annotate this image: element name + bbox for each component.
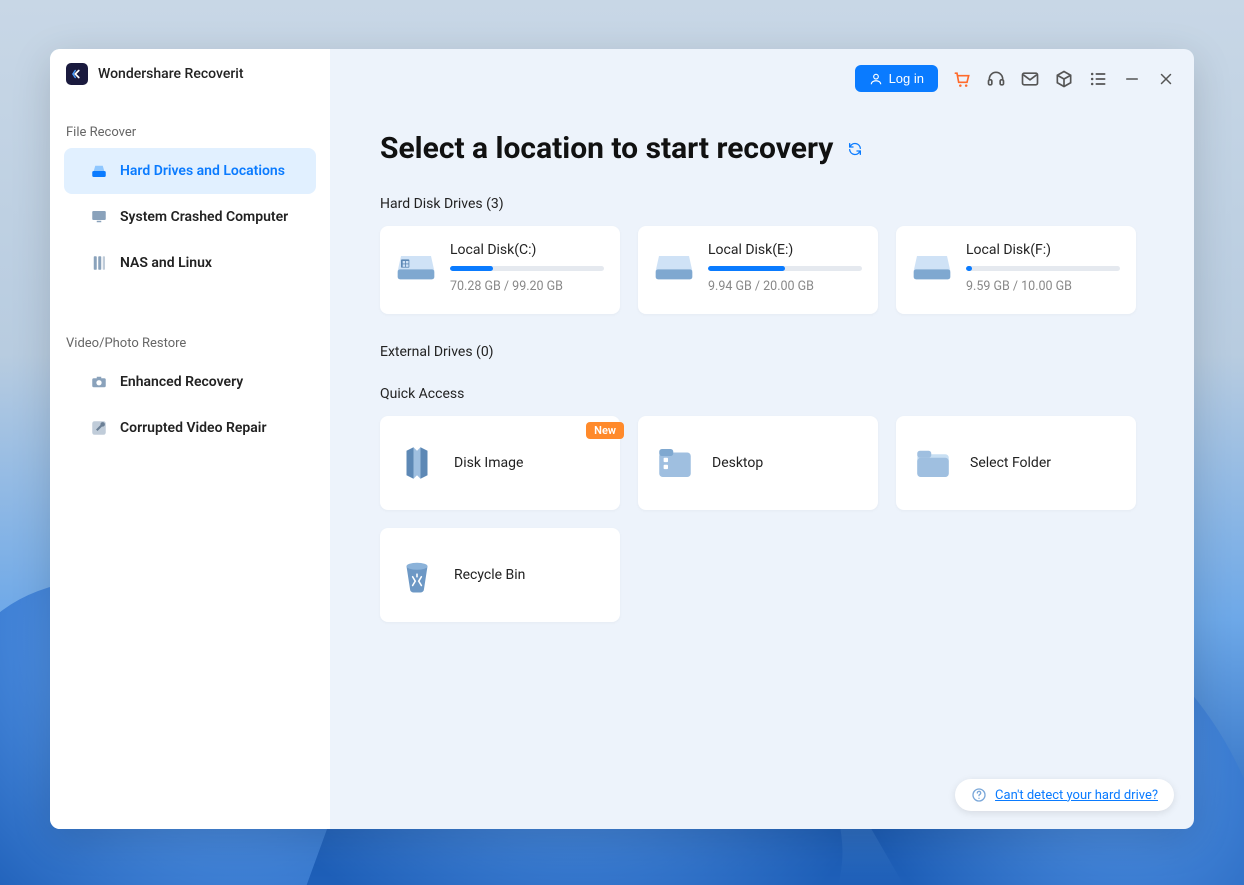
drive-card-f[interactable]: Local Disk(F:) 9.59 GB / 10.00 GB bbox=[896, 226, 1136, 314]
minimize-icon[interactable] bbox=[1122, 69, 1142, 89]
app-title: Wondershare Recoverit bbox=[98, 66, 244, 82]
sidebar-item-video-repair[interactable]: Corrupted Video Repair bbox=[64, 405, 316, 451]
refresh-icon[interactable] bbox=[847, 141, 863, 157]
quick-access-disk-image[interactable]: New Disk Image bbox=[380, 416, 620, 510]
sidebar-item-hard-drives[interactable]: Hard Drives and Locations bbox=[64, 148, 316, 194]
recycle-bin-icon bbox=[396, 554, 438, 596]
external-section-label: External Drives (0) bbox=[380, 344, 1144, 360]
drive-name: Local Disk(C:) bbox=[450, 242, 604, 258]
login-label: Log in bbox=[889, 71, 924, 86]
app-logo-row: Wondershare Recoverit bbox=[50, 63, 330, 115]
camera-icon bbox=[90, 373, 108, 391]
disk-image-icon bbox=[396, 442, 438, 484]
drive-size: 9.94 GB / 20.00 GB bbox=[708, 279, 862, 294]
sidebar-item-label: Enhanced Recovery bbox=[120, 374, 243, 390]
app-logo-icon bbox=[66, 63, 88, 85]
hdd-section-label: Hard Disk Drives (3) bbox=[380, 196, 1144, 212]
drive-icon bbox=[654, 250, 694, 282]
hard-drive-icon bbox=[90, 162, 108, 180]
app-window: Wondershare Recoverit File Recover Hard … bbox=[50, 49, 1194, 829]
sidebar: Wondershare Recoverit File Recover Hard … bbox=[50, 49, 330, 829]
user-icon bbox=[869, 72, 883, 86]
folder-icon bbox=[912, 442, 954, 484]
cart-icon[interactable] bbox=[952, 69, 972, 89]
sidebar-item-label: System Crashed Computer bbox=[120, 209, 288, 225]
drive-icon bbox=[396, 250, 436, 282]
hdd-card-row: Local Disk(C:) 70.28 GB / 99.20 GB Local… bbox=[380, 226, 1144, 314]
quick-access-label: Recycle Bin bbox=[454, 567, 525, 583]
monitor-icon bbox=[90, 208, 108, 226]
close-icon[interactable] bbox=[1156, 69, 1176, 89]
help-icon bbox=[971, 787, 987, 803]
help-link-text[interactable]: Can't detect your hard drive? bbox=[995, 788, 1158, 803]
quick-access-label: Desktop bbox=[712, 455, 763, 471]
drive-icon bbox=[912, 250, 952, 282]
page-title: Select a location to start recovery bbox=[380, 131, 833, 166]
quick-access-label: Select Folder bbox=[970, 455, 1051, 471]
quick-access-recycle-bin[interactable]: Recycle Bin bbox=[380, 528, 620, 622]
drive-card-c[interactable]: Local Disk(C:) 70.28 GB / 99.20 GB bbox=[380, 226, 620, 314]
headset-icon[interactable] bbox=[986, 69, 1006, 89]
drive-usage-bar bbox=[708, 266, 862, 271]
quick-access-desktop[interactable]: Desktop bbox=[638, 416, 878, 510]
quick-access-grid: New Disk Image Desktop Select Folder bbox=[380, 416, 1144, 622]
sidebar-item-nas-linux[interactable]: NAS and Linux bbox=[64, 240, 316, 286]
wrench-icon bbox=[90, 419, 108, 437]
drive-size: 9.59 GB / 10.00 GB bbox=[966, 279, 1120, 294]
drive-name: Local Disk(F:) bbox=[966, 242, 1120, 258]
server-icon bbox=[90, 254, 108, 272]
desktop-folder-icon bbox=[654, 442, 696, 484]
quick-access-label: Disk Image bbox=[454, 455, 523, 471]
cube-icon[interactable] bbox=[1054, 69, 1074, 89]
sidebar-item-system-crashed[interactable]: System Crashed Computer bbox=[64, 194, 316, 240]
menu-list-icon[interactable] bbox=[1088, 69, 1108, 89]
drive-usage-bar bbox=[450, 266, 604, 271]
sidebar-item-label: Corrupted Video Repair bbox=[120, 420, 266, 436]
sidebar-item-label: Hard Drives and Locations bbox=[120, 163, 285, 179]
help-link-pill[interactable]: Can't detect your hard drive? bbox=[955, 779, 1174, 811]
quick-access-select-folder[interactable]: Select Folder bbox=[896, 416, 1136, 510]
new-badge: New bbox=[586, 422, 624, 439]
sidebar-category-file-recover: File Recover bbox=[50, 115, 330, 148]
drive-card-e[interactable]: Local Disk(E:) 9.94 GB / 20.00 GB bbox=[638, 226, 878, 314]
main-panel: Log in Select a bbox=[330, 49, 1194, 829]
mail-icon[interactable] bbox=[1020, 69, 1040, 89]
login-button[interactable]: Log in bbox=[855, 65, 938, 92]
sidebar-item-enhanced-recovery[interactable]: Enhanced Recovery bbox=[64, 359, 316, 405]
quick-access-label: Quick Access bbox=[380, 386, 1144, 402]
drive-size: 70.28 GB / 99.20 GB bbox=[450, 279, 604, 294]
drive-name: Local Disk(E:) bbox=[708, 242, 862, 258]
titlebar: Log in bbox=[855, 65, 1176, 92]
sidebar-category-video-restore: Video/Photo Restore bbox=[50, 326, 330, 359]
sidebar-item-label: NAS and Linux bbox=[120, 255, 212, 271]
drive-usage-bar bbox=[966, 266, 1120, 271]
